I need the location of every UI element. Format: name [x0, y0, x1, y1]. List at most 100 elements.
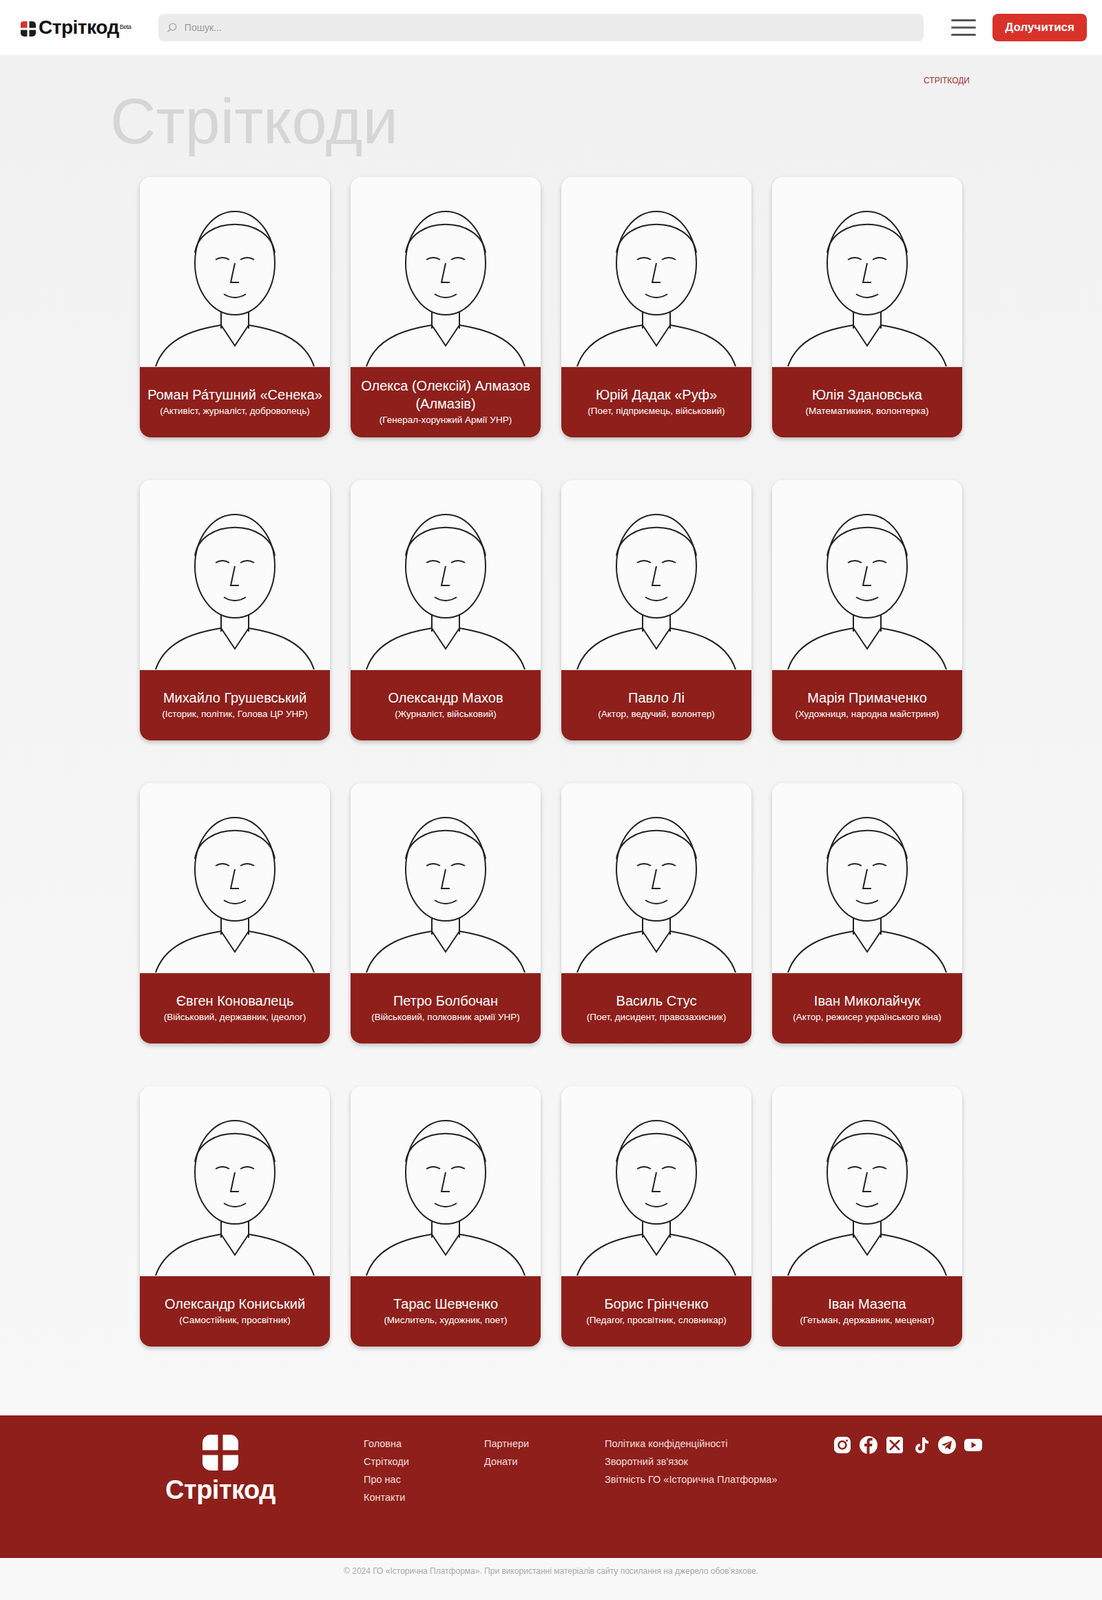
portrait-icon [772, 783, 963, 974]
person-role: (Військовий, державник, ідеолог) [145, 1011, 325, 1024]
card-caption: Іван Миколайчук(Актор, режисер українськ… [772, 973, 963, 1044]
instagram-icon[interactable] [832, 1434, 853, 1456]
page-title: Стріткоди [0, 86, 1102, 157]
person-role: (Гетьман, державник, меценат) [777, 1314, 957, 1327]
footer-link[interactable]: Про нас [363, 1470, 485, 1489]
footer-logo-text: Стріткод [165, 1470, 276, 1510]
facebook-icon[interactable] [858, 1434, 879, 1456]
footer-column: ГоловнаСтріткодиПро насКонтакти [363, 1434, 485, 1558]
person-name: Роман Ра́тушний «Сенека» [145, 385, 325, 404]
person-card[interactable]: Олександр Махов(Журналіст, військовий) [350, 480, 541, 741]
person-role: (Математикиня, волонтерка) [777, 404, 957, 418]
footer-logo[interactable]: Стріткод [158, 1434, 283, 1558]
copyright: © 2024 ГО «Історична Платформа». При вик… [0, 1557, 1102, 1582]
person-card[interactable]: Тарас Шевченко(Мислитель, художник, поет… [350, 1086, 541, 1347]
person-role: (Історик, політик, Голова ЦР УНР) [145, 708, 325, 721]
person-card[interactable]: Юлія Здановська(Математикиня, волонтерка… [772, 177, 963, 438]
person-card[interactable]: Іван Мазепа(Гетьман, державник, меценат) [772, 1086, 963, 1347]
person-name: Петро Болбочан [356, 991, 536, 1010]
breadcrumb[interactable]: СТРІТКОДИ [0, 74, 1102, 87]
card-caption: Юрій Дадак «Руф»(Поет, підприємець, війс… [561, 367, 752, 438]
x-icon[interactable] [884, 1434, 906, 1456]
person-card[interactable]: Олекса (Олексій) Алмазов (Алмазів)(Генер… [350, 177, 541, 438]
person-role: (Самостійник, просвітник) [145, 1314, 325, 1327]
footer-link[interactable]: Донати [484, 1452, 605, 1471]
card-caption: Роман Ра́тушний «Сенека»(Активіст, журна… [139, 367, 330, 438]
person-role: (Мислитель, художник, поет) [356, 1314, 536, 1327]
person-name: Павло Лі [566, 688, 746, 707]
person-card[interactable]: Борис Грінченко(Педагог, просвітник, сло… [561, 1086, 752, 1347]
tiktok-icon[interactable] [910, 1434, 932, 1456]
footer-link[interactable]: Стріткоди [363, 1452, 485, 1471]
card-grid: Роман Ра́тушний «Сенека»(Активіст, журна… [139, 177, 963, 1416]
person-role: (Активіст, журналіст, доброволець) [145, 404, 325, 418]
person-card[interactable]: Іван Миколайчук(Актор, режисер українськ… [772, 783, 963, 1044]
person-name: Борис Грінченко [566, 1294, 746, 1313]
person-name: Олександр Кониський [145, 1294, 325, 1313]
person-card[interactable]: Юрій Дадак «Руф»(Поет, підприємець, війс… [561, 177, 752, 438]
portrait-icon [350, 480, 541, 671]
search-icon [166, 22, 178, 34]
footer-logo-icon [202, 1434, 239, 1471]
person-role: (Художниця, народна майстриня) [777, 708, 957, 721]
person-role: (Військовий, полковник армії УНР) [356, 1011, 536, 1024]
card-caption: Євген Коновалець(Військовий, державник, … [139, 973, 330, 1044]
person-card[interactable]: Євген Коновалець(Військовий, державник, … [139, 783, 330, 1044]
portrait-icon [139, 1086, 330, 1277]
person-role: (Педагог, просвітник, словникар) [566, 1314, 746, 1327]
portrait-icon [139, 177, 330, 368]
portrait-icon [561, 1086, 752, 1277]
portrait-icon [561, 480, 752, 671]
portrait-icon [350, 783, 541, 974]
beta-label: Beta [119, 22, 132, 33]
person-role: (Генерал-хорунжий Армії УНР) [356, 413, 536, 427]
person-role: (Актор, режисер українського кіна) [777, 1011, 957, 1024]
footer-link[interactable]: Контакти [363, 1488, 485, 1507]
menu-icon[interactable] [951, 18, 976, 37]
person-name: Тарас Шевченко [356, 1294, 536, 1313]
logo[interactable]: СтріткодBeta [20, 13, 131, 43]
footer-link[interactable]: Партнери [484, 1434, 605, 1453]
footer-link[interactable]: Головна [363, 1434, 485, 1453]
portrait-icon [561, 783, 752, 974]
person-name: Марія Примаченко [777, 688, 957, 707]
portrait-icon [561, 177, 752, 368]
card-caption: Іван Мазепа(Гетьман, державник, меценат) [772, 1276, 963, 1347]
portrait-icon [772, 177, 963, 368]
header: СтріткодBeta Долучитися [0, 0, 1102, 56]
join-button[interactable]: Долучитися [992, 13, 1087, 42]
logo-icon [20, 13, 36, 43]
footer-link[interactable]: Звітність ГО «Історична Платформа» [604, 1470, 784, 1489]
card-caption: Петро Болбочан(Військовий, полковник арм… [350, 973, 541, 1044]
person-card[interactable]: Олександр Кониський(Самостійник, просвіт… [139, 1086, 330, 1347]
person-role: (Журналіст, військовий) [356, 708, 536, 721]
card-caption: Олександр Кониський(Самостійник, просвіт… [139, 1276, 330, 1347]
card-caption: Юлія Здановська(Математикиня, волонтерка… [772, 367, 963, 438]
card-caption: Олекса (Олексій) Алмазов (Алмазів)(Генер… [350, 367, 541, 438]
person-role: (Поет, дисидент, правозахисник) [566, 1011, 746, 1024]
portrait-icon [139, 480, 330, 671]
footer-link[interactable]: Політика конфіденційності [604, 1434, 784, 1453]
person-card[interactable]: Петро Болбочан(Військовий, полковник арм… [350, 783, 541, 1044]
person-role: (Поет, підприємець, військовий) [566, 404, 746, 418]
person-name: Юрій Дадак «Руф» [566, 385, 746, 404]
person-card[interactable]: Марія Примаченко(Художниця, народна майс… [772, 480, 963, 741]
person-card[interactable]: Роман Ра́тушний «Сенека»(Активіст, журна… [139, 177, 330, 438]
social-links [832, 1434, 984, 1456]
person-name: Василь Стус [566, 991, 746, 1010]
person-role: (Актор, ведучий, волонтер) [566, 708, 746, 721]
portrait-icon [350, 177, 541, 368]
person-name: Іван Мазепа [777, 1294, 957, 1313]
telegram-icon[interactable] [936, 1434, 958, 1456]
card-caption: Марія Примаченко(Художниця, народна майс… [772, 670, 963, 741]
footer-column: ПартнериДонати [484, 1434, 605, 1558]
card-caption: Тарас Шевченко(Мислитель, художник, поет… [350, 1276, 541, 1347]
youtube-icon[interactable] [962, 1434, 984, 1456]
person-name: Юлія Здановська [777, 385, 957, 404]
person-card[interactable]: Павло Лі(Актор, ведучий, волонтер) [561, 480, 752, 741]
search-input[interactable] [183, 19, 916, 36]
person-name: Олександр Махов [356, 688, 536, 707]
person-card[interactable]: Василь Стус(Поет, дисидент, правозахисни… [561, 783, 752, 1044]
person-card[interactable]: Михайло Грушевський(Історик, політик, Го… [139, 480, 330, 741]
footer-link[interactable]: Зворотний зв'язок [604, 1452, 784, 1471]
